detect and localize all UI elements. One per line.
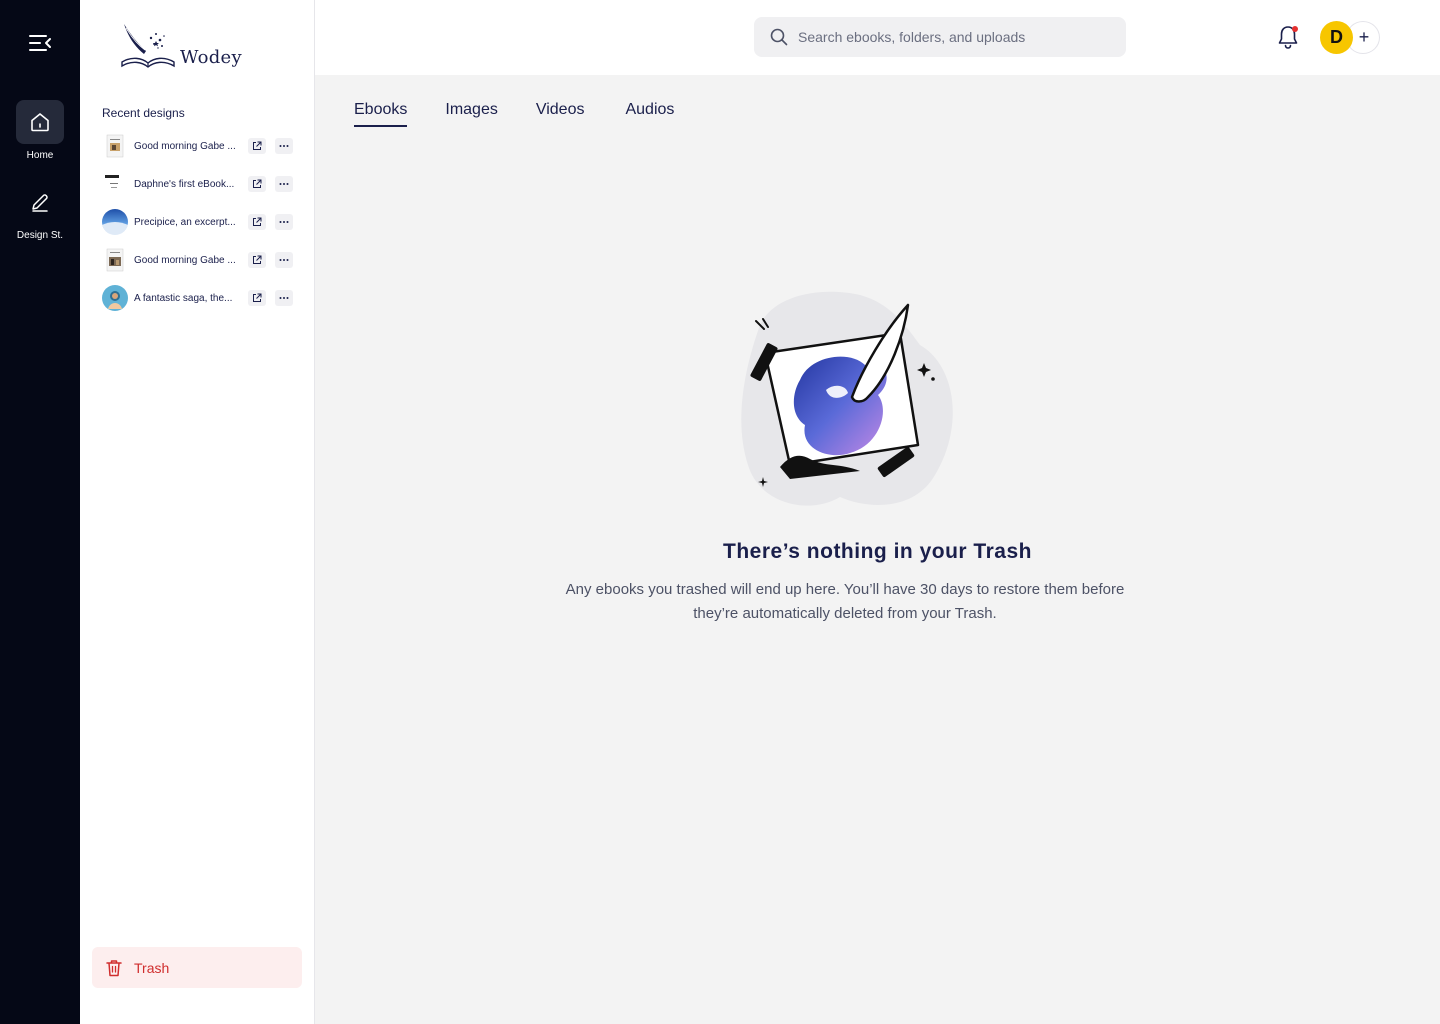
external-link-icon xyxy=(253,293,262,302)
open-design-button[interactable] xyxy=(248,252,266,268)
app-name: Wodey xyxy=(180,47,242,68)
rail-label-design: Design St. xyxy=(16,230,64,241)
more-options-button[interactable] xyxy=(275,176,293,192)
tab-images[interactable]: Images xyxy=(445,101,497,127)
more-options-button[interactable] xyxy=(275,290,293,306)
media-tabs: Ebooks Images Videos Audios xyxy=(354,101,712,127)
empty-state-title: There’s nothing in your Trash xyxy=(723,540,1032,563)
pen-icon xyxy=(32,194,48,212)
more-dots-icon xyxy=(279,221,289,223)
design-thumbnail xyxy=(102,285,128,311)
open-design-button[interactable] xyxy=(248,138,266,154)
recent-designs-heading: Recent designs xyxy=(102,106,185,120)
rail-label-home: Home xyxy=(26,150,54,161)
menu-collapse-icon[interactable] xyxy=(28,32,52,54)
design-name: Good morning Gabe ... xyxy=(134,254,236,266)
external-link-icon xyxy=(253,141,262,150)
search-box[interactable] xyxy=(754,17,1126,57)
recent-design-item[interactable]: Good morning Gabe ... xyxy=(102,241,294,279)
search-icon xyxy=(770,28,788,46)
empty-trash-illustration xyxy=(741,291,953,506)
tab-videos[interactable]: Videos xyxy=(536,101,585,127)
top-bar: + D xyxy=(315,0,1440,75)
recent-design-item[interactable]: A fantastic saga, the... xyxy=(102,279,294,317)
app-logo[interactable]: Wodey xyxy=(118,20,242,72)
more-dots-icon xyxy=(279,183,289,185)
open-design-button[interactable] xyxy=(248,290,266,306)
design-name: Good morning Gabe ... xyxy=(134,140,236,152)
sidebar: Wodey Recent designs Good morning Gabe .… xyxy=(80,0,315,1024)
trash-icon xyxy=(106,959,122,976)
tab-audios[interactable]: Audios xyxy=(625,101,674,127)
open-design-button[interactable] xyxy=(248,176,266,192)
more-options-button[interactable] xyxy=(275,138,293,154)
design-name: A fantastic saga, the... xyxy=(134,292,233,304)
recent-designs-list: Good morning Gabe ... Daphne's first eBo… xyxy=(102,127,294,317)
rail-item-home[interactable]: Home xyxy=(0,100,80,161)
home-icon xyxy=(31,113,49,132)
more-options-button[interactable] xyxy=(275,214,293,230)
search-input[interactable] xyxy=(798,29,1108,45)
recent-design-item[interactable]: Precipice, an excerpt... xyxy=(102,203,294,241)
more-options-button[interactable] xyxy=(275,252,293,268)
design-name: Precipice, an excerpt... xyxy=(134,216,236,228)
user-avatar[interactable]: D xyxy=(1320,21,1353,54)
external-link-icon xyxy=(253,179,262,188)
design-name: Daphne's first eBook... xyxy=(134,178,235,190)
external-link-icon xyxy=(253,217,262,226)
external-link-icon xyxy=(253,255,262,264)
trash-label: Trash xyxy=(134,959,170,976)
logo-quill-book-icon xyxy=(121,24,175,68)
empty-state-description: Any ebooks you trashed will end up here.… xyxy=(565,581,1125,622)
design-thumbnail xyxy=(102,171,128,197)
more-dots-icon xyxy=(279,297,289,299)
design-thumbnail xyxy=(102,247,128,273)
nav-rail: Home Design St. xyxy=(0,0,80,1024)
recent-design-item[interactable]: Good morning Gabe ... xyxy=(102,127,294,165)
more-dots-icon xyxy=(279,145,289,147)
design-thumbnail xyxy=(102,133,128,159)
notification-dot xyxy=(1292,26,1298,32)
tab-ebooks[interactable]: Ebooks xyxy=(354,101,408,127)
recent-design-item[interactable]: Daphne's first eBook... xyxy=(102,165,294,203)
rail-item-design-studio[interactable]: Design St. xyxy=(0,180,80,241)
notifications-button[interactable] xyxy=(1276,24,1300,50)
design-thumbnail xyxy=(102,209,128,235)
trash-nav-button[interactable]: Trash xyxy=(92,947,302,988)
more-dots-icon xyxy=(279,259,289,261)
open-design-button[interactable] xyxy=(248,214,266,230)
